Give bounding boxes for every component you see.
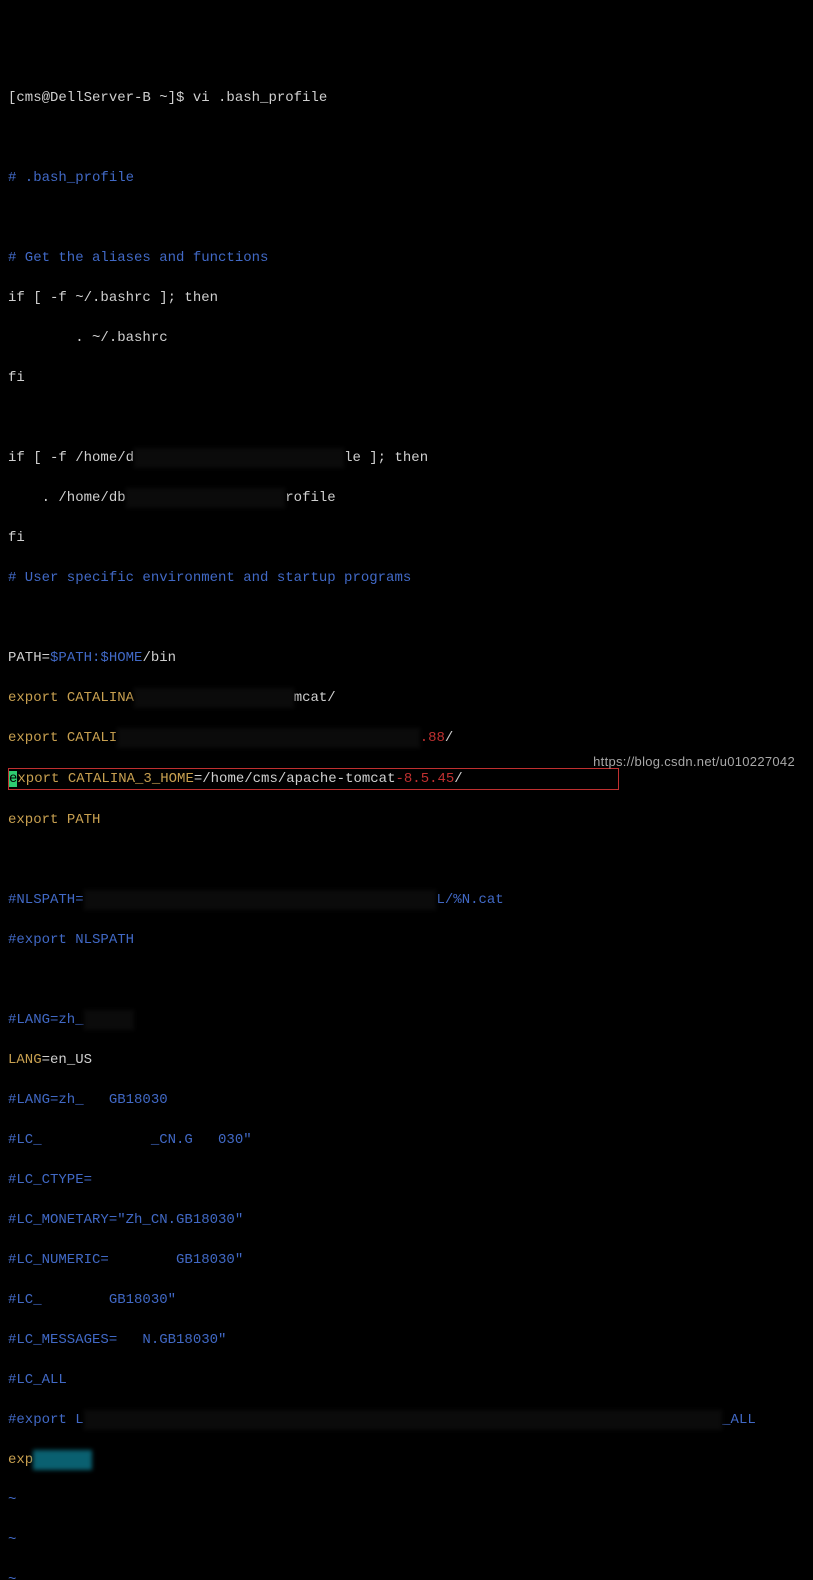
export-keyword: xport (17, 771, 59, 787)
catalina-var-2: CATALI (58, 730, 117, 746)
export-keyword: export (8, 730, 58, 746)
comment-lc-2: #LC_ GB18030" (8, 1290, 805, 1310)
lang-val: =en_US (42, 1052, 92, 1068)
vi-tilde-line: ~ (8, 1530, 805, 1550)
lang-zh: #LANG=zh_ (8, 1012, 84, 1028)
if2-part-a: if [ -f /home/d (8, 450, 134, 466)
comment-lang-zh: #LANG=zh_xxxx.x (8, 1010, 805, 1030)
catalina-3-var: CATALINA_3_HOME (59, 771, 193, 787)
export-l-b: _ALL (722, 1412, 756, 1428)
path-suffix: /bin (142, 650, 176, 666)
blank-line (8, 128, 805, 148)
nls-a: #NLSPATH= (8, 892, 84, 908)
export-keyword: exp (8, 1452, 33, 1468)
catalina-1-tail: mcat/ (294, 690, 336, 706)
lang-key: LANG (8, 1052, 42, 1068)
redacted-smudge: xxxxxxxxxxxxxxxxxxxxxxxxxxxxxxxxxxxxxxxx… (84, 890, 437, 910)
fi-1: fi (8, 368, 805, 388)
redacted-smudge: xxxxxxxxxxxxxxxxxxxxxxxxxxxxxxxxxxxxxxxx… (84, 1410, 723, 1430)
export-partial: expxxxxxxx (8, 1450, 805, 1470)
path-eq: PATH= (8, 650, 50, 666)
path-var: PATH (58, 812, 100, 828)
redacted-smudge: xxxx.x (84, 1010, 134, 1030)
export-keyword: export (8, 690, 58, 706)
if2-part-b: le ]; then (344, 450, 428, 466)
comment-export-nlspath: #export NLSPATH (8, 930, 805, 950)
if2-body-a: . /home/db (8, 490, 126, 506)
vi-tilde-line: ~ (8, 1490, 805, 1510)
if-bashrc-open: if [ -f ~/.bashrc ]; then (8, 288, 805, 308)
blank-line (8, 608, 805, 628)
blank-line (8, 850, 805, 870)
export-catalina-1: export CATALINAxxxxxxxxxnoxxxxxxxxmcat/ (8, 688, 805, 708)
comment-lc-ctype: #LC_CTYPE= (8, 1170, 805, 1190)
redacted-smudge: xxxxxxxxxxxxxxxxxxx (126, 488, 286, 508)
comment-lc-numeric: #LC_NUMERIC= GB18030" (8, 1250, 805, 1270)
catalina-3-slash: / (454, 771, 462, 787)
catalina-2-ver: .88 (420, 730, 445, 746)
comment-aliases: # Get the aliases and functions (8, 248, 805, 268)
terminal-prompt-line: [cms@DellServer-B ~]$ vi .bash_profile (8, 88, 805, 108)
catalina-2-slash: / (445, 730, 453, 746)
comment-lc-1: #LC_ _CN.G 030" (8, 1130, 805, 1150)
comment-nlspath: #NLSPATH=xxxxxxxxxxxxxxxxxxxxxxxxxxxxxxx… (8, 890, 805, 910)
comment-user-env: # User specific environment and startup … (8, 568, 805, 588)
cyan-smudge: xxxxxxx (33, 1450, 92, 1470)
comment-bash-profile: # .bash_profile (8, 168, 805, 188)
export-keyword: export (8, 812, 58, 828)
blank-line (8, 970, 805, 990)
comment-lang-gb: #LANG=zh_ GB18030 (8, 1090, 805, 1110)
blank-line (8, 408, 805, 428)
comment-export-l: #export Lxxxxxxxxxxxxxxxxxxxxxxxxxxxxxxx… (8, 1410, 805, 1430)
catalina-3-ver: -8.5.45 (395, 771, 454, 787)
if-bashrc-body: . ~/.bashrc (8, 328, 805, 348)
path-line: PATH=$PATH:$HOME/bin (8, 648, 805, 668)
if-home-open: if [ -f /home/dxxxxxxxxxxxxxxxxxxxxxxxxx… (8, 448, 805, 468)
comment-lc-messages: #LC_MESSAGES= N.GB18030" (8, 1330, 805, 1350)
comment-lc-all: #LC_ALL (8, 1370, 805, 1390)
catalina-3-path: =/home/cms/apache-tomcat (194, 771, 396, 787)
catalina-var-1: CATALINA (58, 690, 134, 706)
nls-b: L/%N.cat (436, 892, 503, 908)
vi-tilde-line: ~ (8, 1570, 805, 1580)
comment-lc-monetary: #LC_MONETARY="Zh_CN.GB18030" (8, 1210, 805, 1230)
export-l-a: #export L (8, 1412, 84, 1428)
blank-line (8, 208, 805, 228)
watermark-text: https://blog.csdn.net/u010227042 (593, 752, 795, 772)
highlighted-red-box: export CATALINA_3_HOME=/home/cms/apache-… (8, 768, 619, 790)
fi-2: fi (8, 528, 805, 548)
lang-en-line: LANG=en_US (8, 1050, 805, 1070)
export-path: export PATH (8, 810, 805, 830)
redacted-smudge: xxxxxxxxxxxxxxxxxxxxxxxxx (134, 448, 344, 468)
redacted-smudge: xxxxxxxxxxxxxxxxxxxxxxxxxxxxxxxxxxxx (117, 728, 419, 748)
path-vars: $PATH:$HOME (50, 650, 142, 666)
if2-body-b: rofile (285, 490, 335, 506)
redacted-smudge: xxxxxxxxxnoxxxxxxxx (134, 688, 294, 708)
export-catalina-2: export CATALIxxxxxxxxxxxxxxxxxxxxxxxxxxx… (8, 728, 805, 748)
if-home-body: . /home/dbxxxxxxxxxxxxxxxxxxxrofile (8, 488, 805, 508)
